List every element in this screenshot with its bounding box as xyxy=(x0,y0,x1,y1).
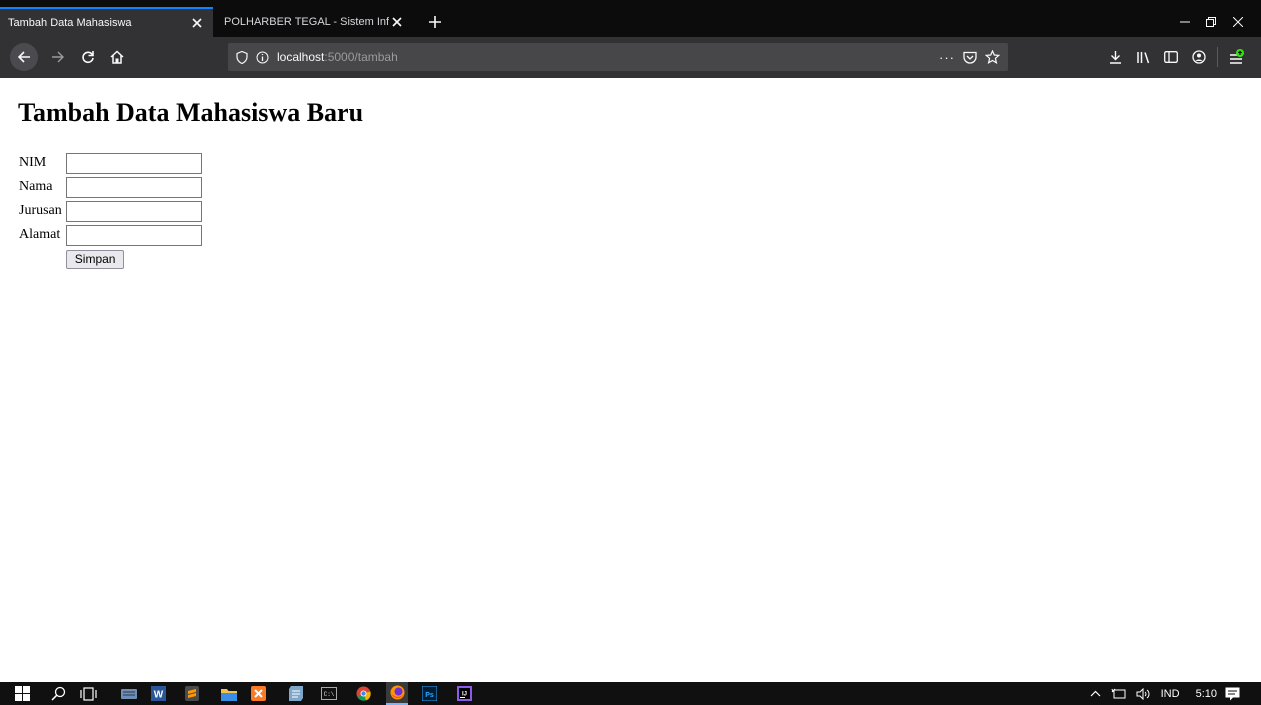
forward-arrow-icon xyxy=(52,51,64,63)
intellij-icon[interactable]: IJ xyxy=(456,685,473,702)
tracking-shield-icon[interactable] xyxy=(236,50,248,64)
close-icon xyxy=(1233,17,1243,27)
home-button[interactable] xyxy=(103,43,131,71)
language-indicator[interactable]: IND xyxy=(1161,688,1180,700)
toolbar-separator xyxy=(1217,47,1218,67)
reload-icon xyxy=(82,51,94,64)
back-arrow-icon xyxy=(17,51,30,63)
toolbar-right xyxy=(1101,43,1250,71)
task-view-icon[interactable] xyxy=(80,685,97,702)
tab-tambah-data[interactable]: Tambah Data Mahasiswa xyxy=(0,7,213,37)
photoshop-icon[interactable]: Ps xyxy=(421,685,438,702)
reload-button[interactable] xyxy=(74,43,102,71)
restore-icon xyxy=(1206,17,1216,27)
close-tab-icon[interactable] xyxy=(189,15,205,31)
new-tab-button[interactable] xyxy=(421,7,449,37)
site-info-icon[interactable] xyxy=(256,51,269,64)
simpan-button[interactable]: Simpan xyxy=(65,249,125,269)
plus-icon xyxy=(429,16,441,28)
form-row-submit: Simpan xyxy=(19,248,202,270)
jurusan-input[interactable] xyxy=(65,200,202,222)
notes-icon[interactable] xyxy=(287,685,304,702)
firefox-icon[interactable] xyxy=(386,682,408,705)
terminal-icon[interactable]: C:\ xyxy=(320,685,337,702)
network-icon[interactable] xyxy=(1111,688,1126,699)
alamat-label: Alamat xyxy=(19,227,61,242)
sidebar-button[interactable] xyxy=(1157,43,1185,71)
nama-label: Nama xyxy=(19,179,53,194)
url-path: :5000/tambah xyxy=(324,50,398,64)
nama-input[interactable] xyxy=(65,176,202,198)
browser-chrome: Tambah Data Mahasiswa POLHARBER TEGAL - … xyxy=(0,0,1261,78)
clock-time[interactable]: 5:10 xyxy=(1196,688,1217,700)
form-row-nama: Nama xyxy=(19,176,202,198)
windows-taskbar: W C:\ Ps IJ IND 5:10 xyxy=(0,682,1261,705)
app-menu-button[interactable] xyxy=(1222,43,1250,71)
sublime-icon[interactable] xyxy=(183,685,200,702)
hamburger-update-icon xyxy=(1230,49,1244,64)
tab-strip: Tambah Data Mahasiswa POLHARBER TEGAL - … xyxy=(0,7,1261,37)
notification-icon[interactable] xyxy=(1224,685,1241,702)
downloads-button[interactable] xyxy=(1101,43,1129,71)
nim-input[interactable] xyxy=(65,152,202,174)
start-icon[interactable] xyxy=(14,685,31,702)
system-tray: IND 5:10 xyxy=(1090,682,1217,705)
jurusan-label: Jurusan xyxy=(19,203,62,218)
forward-button[interactable] xyxy=(44,43,72,71)
xampp-icon[interactable] xyxy=(250,685,267,702)
form-row-jurusan: Jurusan xyxy=(19,200,202,222)
pocket-icon[interactable] xyxy=(963,51,977,64)
keyboard-icon[interactable] xyxy=(120,685,137,702)
file-explorer-icon[interactable] xyxy=(220,685,237,702)
minimize-icon xyxy=(1180,21,1190,23)
tab-title: Tambah Data Mahasiswa xyxy=(8,17,132,29)
nim-label: NIM xyxy=(19,155,47,170)
home-icon xyxy=(110,50,124,64)
account-icon xyxy=(1192,50,1206,64)
chrome-icon[interactable] xyxy=(355,685,372,702)
url-bar[interactable]: localhost:5000/tambah ··· xyxy=(228,43,1008,71)
url-host: localhost xyxy=(277,50,325,64)
account-button[interactable] xyxy=(1185,43,1213,71)
word-icon[interactable]: W xyxy=(150,685,167,702)
mahasiswa-form: NIM Nama Jurusan Alamat Simpan xyxy=(17,150,204,272)
form-row-alamat: Alamat xyxy=(19,224,202,246)
tab-title: POLHARBER TEGAL - Sistem Inform xyxy=(224,16,389,28)
svg-text:C:\: C:\ xyxy=(323,691,334,698)
svg-text:W: W xyxy=(154,690,164,701)
volume-icon[interactable] xyxy=(1136,687,1151,700)
svg-text:Ps: Ps xyxy=(425,692,434,699)
library-button[interactable] xyxy=(1129,43,1157,71)
svg-text:IJ: IJ xyxy=(462,692,467,698)
close-window-button[interactable] xyxy=(1218,7,1258,37)
back-button[interactable] xyxy=(10,43,38,71)
page-actions-icon[interactable]: ··· xyxy=(939,50,955,65)
close-tab-icon[interactable] xyxy=(389,14,405,30)
sidebar-icon xyxy=(1164,51,1178,63)
nav-toolbar: localhost:5000/tambah ··· xyxy=(0,37,1261,78)
tab-polharber[interactable]: POLHARBER TEGAL - Sistem Inform xyxy=(216,7,413,37)
page-title: Tambah Data Mahasiswa Baru xyxy=(18,98,364,127)
page-content: Tambah Data Mahasiswa Baru NIM Nama Juru… xyxy=(0,78,1261,682)
form-row-nim: NIM xyxy=(19,152,202,174)
chevron-up-icon[interactable] xyxy=(1090,690,1101,697)
search-icon[interactable] xyxy=(50,685,67,702)
alamat-input[interactable] xyxy=(65,224,202,246)
download-icon xyxy=(1109,51,1121,64)
library-icon xyxy=(1136,51,1149,63)
bookmark-star-icon[interactable] xyxy=(985,50,1000,64)
